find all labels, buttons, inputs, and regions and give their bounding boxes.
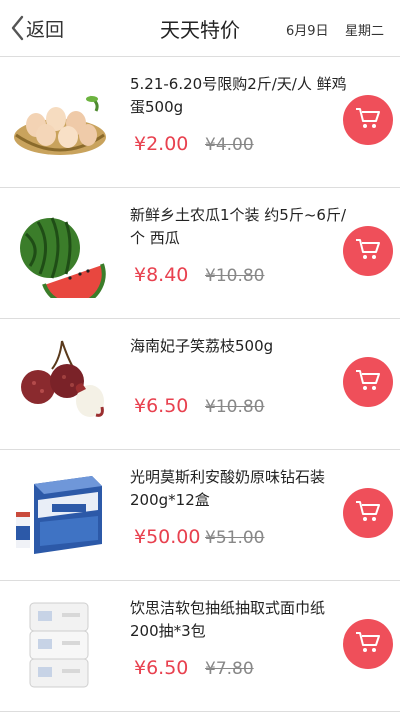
product-original-price: ¥10.80 bbox=[205, 397, 265, 417]
product-price: ¥50.00 bbox=[134, 526, 201, 548]
eggs-basket-icon bbox=[12, 77, 108, 167]
add-to-cart-button[interactable] bbox=[343, 95, 393, 145]
top-bar: 返回 天天特价 6月9日 星期二 bbox=[0, 0, 400, 57]
add-to-cart-button[interactable] bbox=[343, 357, 393, 407]
add-to-cart-button[interactable] bbox=[343, 226, 393, 276]
cart-icon bbox=[355, 106, 381, 134]
cart-icon bbox=[355, 368, 381, 396]
product-item[interactable]: 5.21-6.20号限购2斤/天/人 鲜鸡蛋500g ¥2.00 ¥4.00 bbox=[0, 57, 400, 188]
cart-icon bbox=[355, 499, 381, 527]
product-original-price: ¥7.80 bbox=[205, 659, 254, 679]
watermelon-icon bbox=[12, 208, 108, 298]
product-item[interactable]: 新鲜乡土农瓜1个装 约5斤~6斤/个 西瓜 ¥8.40 ¥10.80 bbox=[0, 188, 400, 319]
tissue-pack-icon bbox=[12, 601, 108, 691]
add-to-cart-button[interactable] bbox=[343, 619, 393, 669]
product-price: ¥8.40 bbox=[134, 264, 189, 286]
product-item[interactable]: 光明莫斯利安酸奶原味钻石装200g*12盒 ¥50.00 ¥51.00 bbox=[0, 450, 400, 581]
product-name[interactable]: 海南妃子笑荔枝500g bbox=[130, 335, 350, 358]
product-item[interactable]: 海南妃子笑荔枝500g ¥6.50 ¥10.80 bbox=[0, 319, 400, 450]
product-item[interactable]: 饮思洁软包抽纸抽取式面巾纸200抽*3包 ¥6.50 ¥7.80 bbox=[0, 581, 400, 712]
product-name[interactable]: 5.21-6.20号限购2斤/天/人 鲜鸡蛋500g bbox=[130, 73, 350, 119]
yogurt-box-icon bbox=[12, 470, 108, 560]
product-name[interactable]: 饮思洁软包抽纸抽取式面巾纸200抽*3包 bbox=[130, 597, 350, 643]
cart-icon bbox=[355, 630, 381, 658]
product-original-price: ¥51.00 bbox=[205, 528, 265, 548]
add-to-cart-button[interactable] bbox=[343, 488, 393, 538]
cart-icon bbox=[355, 237, 381, 265]
lychee-icon bbox=[12, 339, 108, 429]
product-name[interactable]: 新鲜乡土农瓜1个装 约5斤~6斤/个 西瓜 bbox=[130, 204, 350, 250]
product-list: 5.21-6.20号限购2斤/天/人 鲜鸡蛋500g ¥2.00 ¥4.00 新… bbox=[0, 57, 400, 712]
product-price: ¥2.00 bbox=[134, 133, 189, 155]
page-title: 天天特价 bbox=[160, 18, 240, 42]
product-price: ¥6.50 bbox=[134, 657, 189, 679]
product-name[interactable]: 光明莫斯利安酸奶原味钻石装200g*12盒 bbox=[130, 466, 350, 512]
weekday-label: 星期二 bbox=[345, 24, 385, 39]
product-original-price: ¥4.00 bbox=[205, 135, 254, 155]
date-label: 6月9日 bbox=[286, 24, 329, 39]
product-price: ¥6.50 bbox=[134, 395, 189, 417]
product-original-price: ¥10.80 bbox=[205, 266, 265, 286]
